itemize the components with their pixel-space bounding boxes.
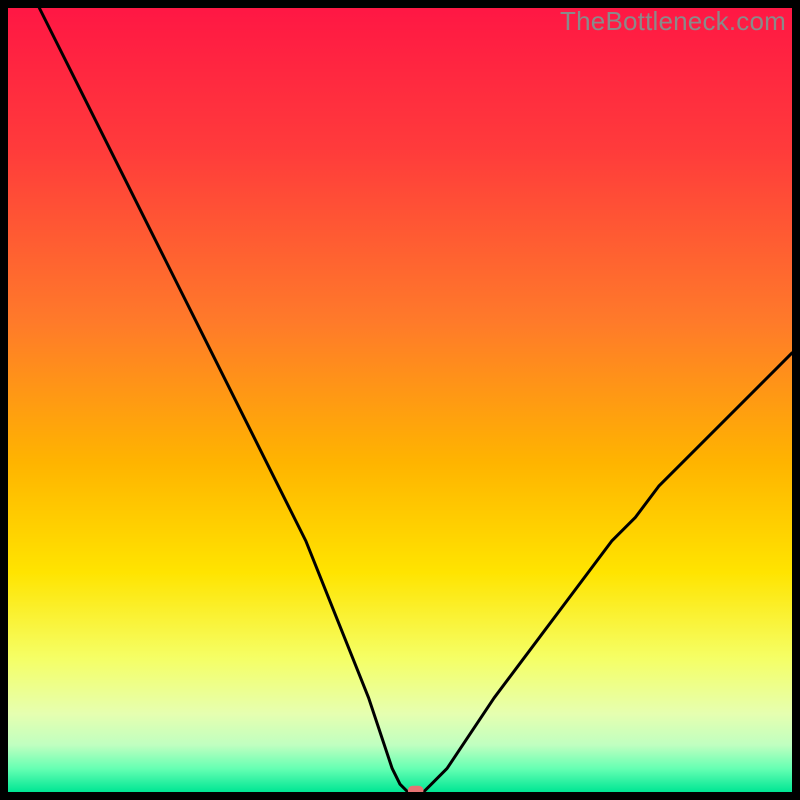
chart-background <box>8 8 792 792</box>
bottleneck-chart: TheBottleneck.com <box>0 0 800 800</box>
chart-svg <box>0 0 800 800</box>
watermark-text: TheBottleneck.com <box>560 6 786 37</box>
